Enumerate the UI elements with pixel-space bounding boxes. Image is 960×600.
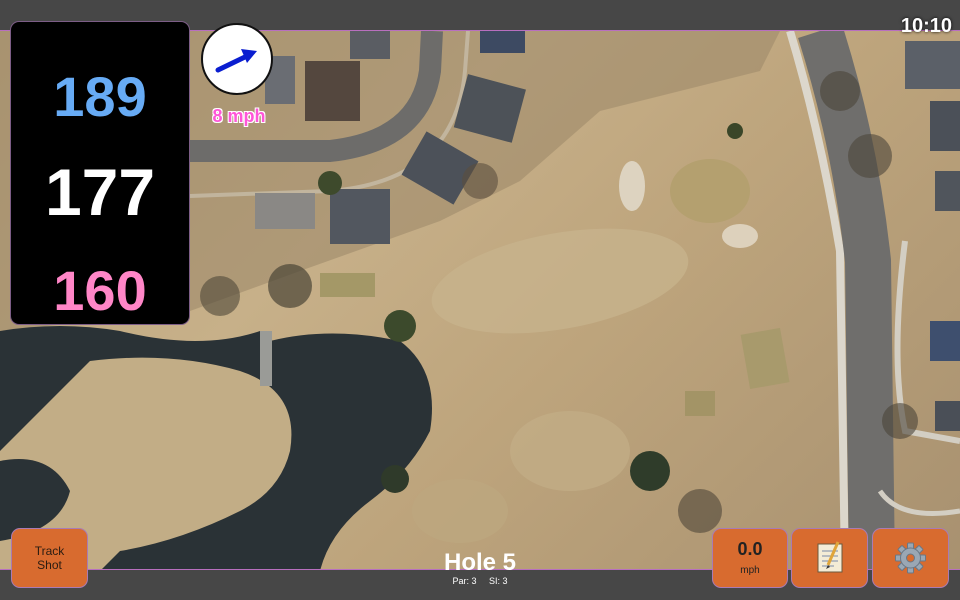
front-distance: 160 [53, 259, 147, 322]
track-shot-button[interactable]: Track Shot [12, 529, 87, 587]
settings-button[interactable] [873, 529, 948, 587]
gear-icon [895, 542, 926, 574]
notepad-icon [817, 541, 843, 573]
clock: 10:10 [900, 15, 952, 37]
wind-compass [201, 23, 273, 95]
hole-stroke-index: SI: 3 [489, 576, 508, 586]
wind-direction-arrow-icon [215, 49, 257, 73]
speed-button[interactable]: 0.0 mph [713, 529, 787, 587]
hole-par: Par: 3 [452, 576, 477, 586]
center-distance: 177 [44, 155, 156, 229]
distance-panel: 189 177 160 [11, 22, 189, 324]
speed-unit: mph [740, 565, 760, 576]
hole-info: Par: 3 SI: 3 [380, 576, 580, 586]
hole-title: Hole 5 [443, 549, 517, 576]
track-shot-label: Track Shot [34, 544, 65, 572]
speed-value: 0.0 [737, 539, 763, 559]
back-distance: 189 [53, 65, 147, 128]
wind-speed-label: 8 mph [212, 106, 266, 126]
notes-button[interactable] [792, 529, 867, 587]
